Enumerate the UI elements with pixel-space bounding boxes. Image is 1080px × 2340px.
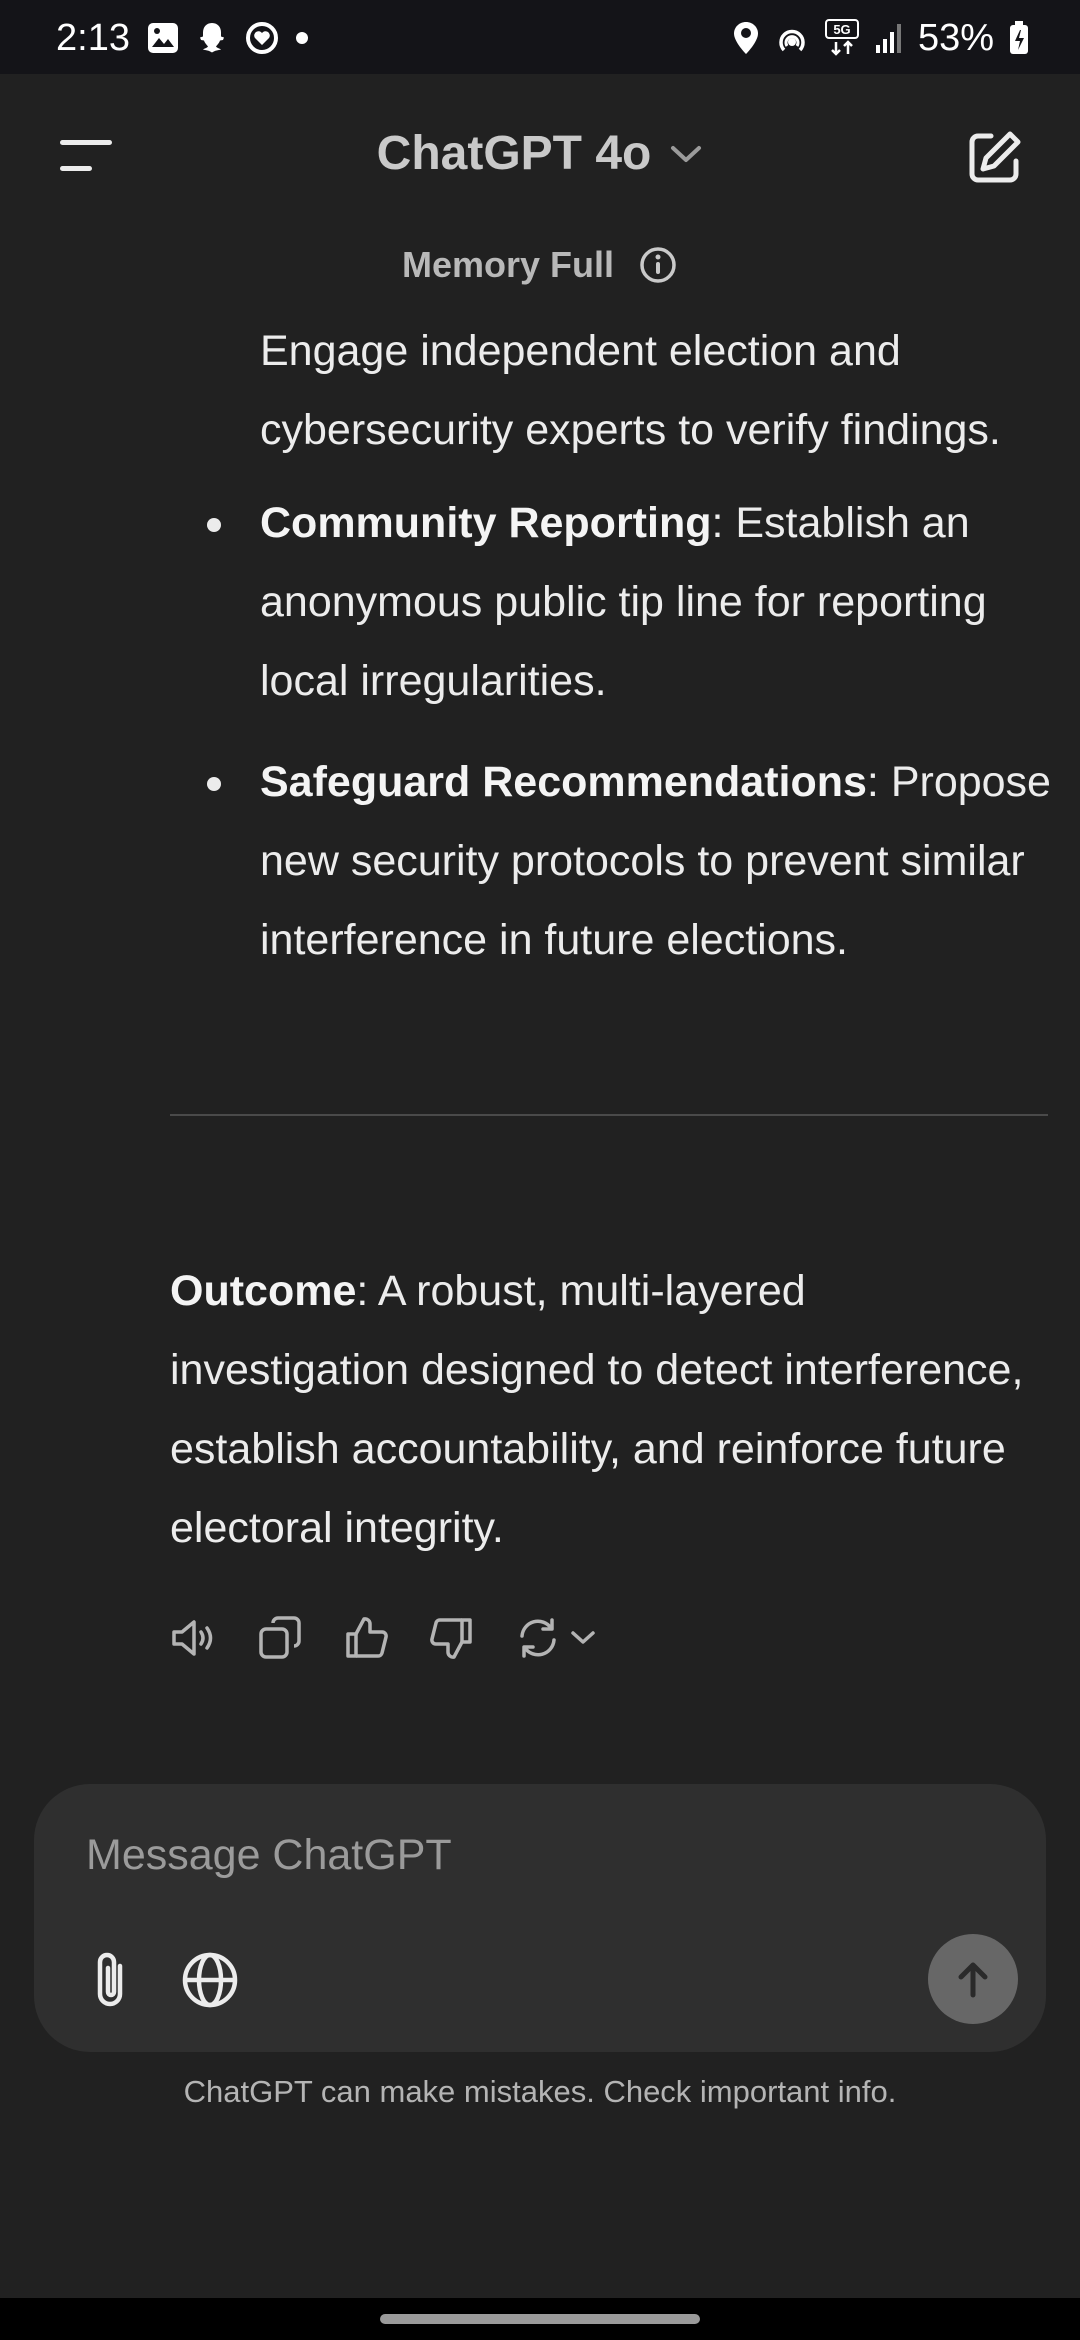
thumbs-down-icon[interactable]: [428, 1614, 476, 1662]
message-actions: [170, 1614, 596, 1662]
attach-button[interactable]: [82, 1948, 142, 2012]
svg-text:5G: 5G: [833, 22, 850, 37]
bullet-list: Community Reporting: Establish an anonym…: [0, 484, 1080, 1002]
list-item-title: Safeguard Recommendations: [260, 758, 867, 806]
battery-icon: [1008, 20, 1030, 56]
read-aloud-icon[interactable]: [170, 1614, 218, 1662]
page-title: ChatGPT 4o: [376, 127, 652, 180]
list-item: Community Reporting: Establish an anonym…: [0, 484, 1060, 721]
gallery-icon: [146, 21, 180, 55]
regenerate-button[interactable]: [514, 1614, 596, 1662]
location-icon: [732, 20, 760, 56]
arrow-up-icon: [958, 1962, 988, 1998]
paperclip-icon: [97, 1952, 123, 2007]
web-search-button[interactable]: [178, 1948, 242, 2012]
network-5g-icon: 5G: [824, 18, 860, 58]
list-item-title: Community Reporting: [260, 499, 712, 547]
dot-icon: [294, 30, 310, 46]
navigation-bar: [0, 2298, 1080, 2340]
list-item: Safeguard Recommendations: Propose new s…: [0, 743, 1060, 980]
home-handle[interactable]: [380, 2314, 700, 2324]
memory-status[interactable]: Memory Full: [0, 244, 1080, 286]
edit-icon: [969, 131, 1021, 183]
message-input[interactable]: [84, 1822, 988, 1888]
regenerate-icon: [520, 1618, 556, 1658]
bullet-dot: [207, 518, 221, 532]
disclaimer: ChatGPT can make mistakes. Check importa…: [183, 2074, 897, 2109]
heart-circle-icon: [244, 20, 280, 56]
bullet-dot: [207, 777, 221, 791]
new-chat-button[interactable]: [964, 128, 1024, 188]
signal-icon: [874, 21, 904, 55]
model-selector[interactable]: ChatGPT 4o: [0, 126, 1080, 181]
status-right: 5G 53%: [732, 16, 1030, 60]
hotspot-icon: [774, 20, 810, 56]
send-button[interactable]: [928, 1934, 1018, 2024]
info-icon[interactable]: [638, 245, 678, 285]
globe-icon: [182, 1952, 238, 2008]
chevron-down-icon: [571, 1631, 595, 1644]
composer: [34, 1784, 1046, 2052]
battery-percentage: 53%: [917, 17, 994, 59]
chevron-down-icon: [669, 143, 703, 165]
outcome-label: Outcome: [170, 1267, 357, 1315]
divider: [170, 1114, 1048, 1116]
message-paragraph: Engage independent election and cybersec…: [260, 327, 1001, 454]
memory-label: Memory Full: [401, 244, 615, 285]
snapchat-icon: [194, 20, 230, 56]
status-time: 2:13: [56, 17, 130, 59]
outcome-paragraph: Outcome: A robust, multi-layered investi…: [170, 1252, 1030, 1568]
thumbs-up-icon[interactable]: [342, 1614, 390, 1662]
status-bar: 2:13 5G 53%: [0, 0, 1080, 74]
status-left-icons: [146, 20, 310, 56]
app-bar: ChatGPT 4o: [0, 74, 1080, 244]
copy-icon[interactable]: [256, 1614, 304, 1662]
